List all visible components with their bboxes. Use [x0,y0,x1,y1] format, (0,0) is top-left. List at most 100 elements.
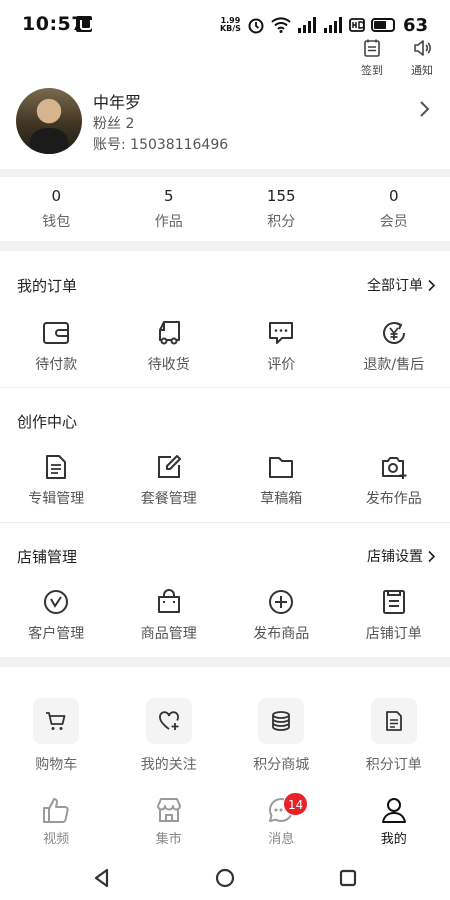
back-icon[interactable] [91,867,113,889]
status-icons: 1.99 KB/S 63 [220,14,428,36]
checkin-icon [364,39,380,57]
recents-icon[interactable] [337,867,359,889]
profile-fans: 粉丝 2 [93,116,135,132]
store-item-products[interactable]: 商品管理 [113,587,226,643]
folder-icon [269,457,294,478]
bottom-tab-bar: 视频 集市 消息 14 我的 [0,792,450,850]
tab-label: 集市 [155,832,182,847]
refund-icon [382,322,405,344]
tool-points-mall[interactable]: 积分商城 [225,698,338,774]
wallet-icon [43,322,70,344]
tool-label: 购物车 [35,757,78,773]
network-speed: 1.99 KB/S [219,16,241,33]
wifi-icon [271,17,291,33]
signal-icon-1 [297,17,316,33]
creation-item-drafts[interactable]: 草稿箱 [225,452,338,508]
creation-item-publish-work[interactable]: 发布作品 [338,452,450,508]
store-item-label: 客户管理 [28,626,85,642]
orders-item-label: 待付款 [35,357,78,373]
shopping-bag-icon [157,589,180,613]
checkin-button[interactable]: 签到 [358,38,386,78]
plus-circle-icon [269,590,294,614]
store-settings-link[interactable]: 店铺设置 [367,546,436,566]
stat-value: 5 [163,187,174,205]
heart-plus-icon [158,711,179,730]
separator-band [0,241,450,251]
edit-icon [157,455,181,478]
camera-add-icon [381,457,407,479]
separator-band [0,169,450,177]
all-orders-link[interactable]: 全部订单 [367,275,436,295]
store-item-label: 商品管理 [140,626,197,642]
person-icon [381,798,406,823]
creation-item-albums[interactable]: 专辑管理 [0,452,113,508]
stats-row: 0 钱包 5 作品 155 积分 0 会员 [0,178,450,238]
tool-cart[interactable]: 购物车 [0,698,113,774]
home-icon[interactable] [214,867,236,889]
tab-market[interactable]: 集市 [113,795,226,850]
stat-wallet[interactable]: 0 钱包 [0,178,113,238]
divider [0,387,450,388]
stat-membership[interactable]: 0 会员 [338,178,450,238]
comment-icon [269,322,294,344]
battery-level: 63 [402,14,428,36]
all-orders-label: 全部订单 [367,278,423,294]
creation-item-label: 草稿箱 [260,491,303,507]
creation-item-label: 发布作品 [365,491,422,507]
tab-mine[interactable]: 我的 [338,795,450,850]
orders-item-label: 退款/售后 [363,357,425,373]
orders-grid: 待付款 待收货 评价 退款/售后 [0,318,450,374]
stat-label: 会员 [379,214,408,230]
stat-label: 作品 [154,214,183,230]
orders-item-pending-delivery[interactable]: 待收货 [113,318,226,374]
orders-item-review[interactable]: 评价 [225,318,338,374]
orders-item-refund[interactable]: 退款/售后 [338,318,450,374]
store-item-publish-product[interactable]: 发布商品 [225,587,338,643]
thumbs-up-icon [43,798,69,823]
store-item-customers[interactable]: 客户管理 [0,587,113,643]
tab-messages[interactable]: 消息 14 [225,792,338,850]
stat-label: 钱包 [42,214,71,230]
orders-item-label: 待收货 [147,357,190,373]
orders-item-label: 评价 [267,357,296,373]
tab-label: 视频 [43,832,70,847]
profile-card[interactable]: 中年罗 粉丝 2 账号: 15038116496 [0,85,450,161]
customer-icon [44,590,69,614]
system-nav-bar [0,855,450,900]
tool-points-orders[interactable]: 积分订单 [338,698,450,774]
avatar[interactable] [16,88,82,154]
tab-label: 消息 [268,832,295,847]
notification-button[interactable]: 通知 [408,38,436,78]
hd-icon [349,18,365,32]
stat-works[interactable]: 5 作品 [113,178,226,238]
delivery-truck-icon [158,321,180,345]
speaker-icon [414,40,431,56]
tab-video[interactable]: 视频 [0,795,113,850]
tab-label: 我的 [380,832,407,847]
tools-grid: 购物车 我的关注 积分商城 积分订单 [0,698,450,774]
chevron-right-icon [428,550,436,562]
chevron-right-icon[interactable] [418,99,432,119]
tool-label: 积分商城 [253,757,310,773]
unread-badge: 14 [283,792,309,816]
store-item-store-orders[interactable]: 店铺订单 [338,587,450,643]
top-actions: 签到 通知 [358,38,436,78]
chevron-right-icon [428,279,436,291]
orders-item-pending-payment[interactable]: 待付款 [0,318,113,374]
cart-icon [46,712,66,730]
stat-value: 0 [51,187,62,205]
orders-title: 我的订单 [17,277,78,295]
stat-points[interactable]: 155 积分 [225,178,338,238]
creation-title: 创作中心 [17,413,78,431]
battery-icon [370,18,395,32]
coins-icon [272,711,291,731]
divider [0,522,450,523]
tool-follows[interactable]: 我的关注 [113,698,226,774]
creation-item-packages[interactable]: 套餐管理 [113,452,226,508]
creation-grid: 专辑管理 套餐管理 草稿箱 发布作品 [0,452,450,508]
signal-icon-4g [323,17,342,33]
order-list-icon [382,590,405,614]
store-grid: 客户管理 商品管理 发布商品 店铺订单 [0,587,450,643]
notification-app-icon [76,16,92,32]
creation-item-label: 套餐管理 [140,491,197,507]
